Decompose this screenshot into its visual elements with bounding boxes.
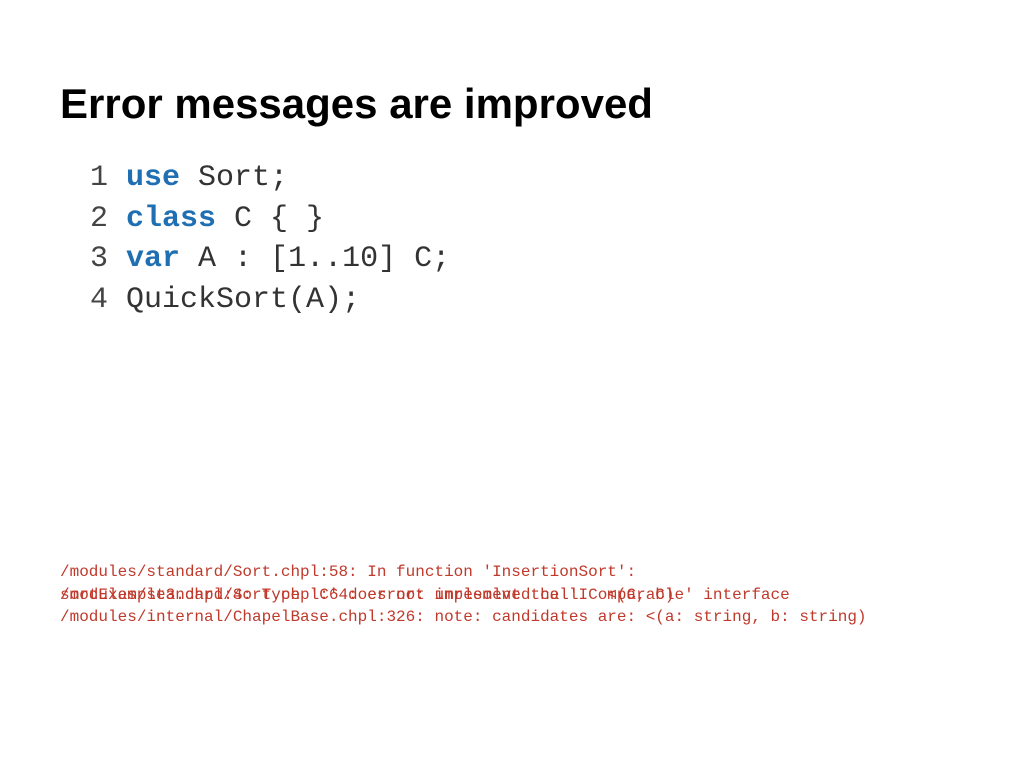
code-text: QuickSort(A); [126, 283, 360, 317]
slide: Error messages are improved 1 use Sort; … [0, 0, 1024, 768]
error-line-2b: sortExample3.chpl:4: Type 'C' does not i… [60, 584, 790, 606]
line-number: 4 [90, 283, 108, 317]
code-line-3: 3 var A : [1..10] C; [90, 239, 964, 280]
code-text: C { } [216, 202, 324, 236]
code-block: 1 use Sort; 2 class C { } 3 var A : [1..… [90, 158, 964, 320]
code-text: A : [1..10] C; [180, 242, 450, 276]
code-line-4: 4 QuickSort(A); [90, 280, 964, 321]
keyword: var [126, 242, 180, 276]
code-line-2: 2 class C { } [90, 199, 964, 240]
code-line-1: 1 use Sort; [90, 158, 964, 199]
error-line-2-overlap: /modules/standard/Sort.chpl:64: error: u… [60, 584, 960, 606]
line-number: 1 [90, 161, 108, 195]
code-text: Sort; [180, 161, 288, 195]
line-number: 3 [90, 242, 108, 276]
error-line-3: /modules/internal/ChapelBase.chpl:326: n… [60, 606, 960, 628]
page-title: Error messages are improved [60, 80, 964, 128]
error-line-1: /modules/standard/Sort.chpl:58: In funct… [60, 561, 960, 583]
error-output: /modules/standard/Sort.chpl:58: In funct… [60, 561, 960, 628]
keyword: class [126, 202, 216, 236]
keyword: use [126, 161, 180, 195]
line-number: 2 [90, 202, 108, 236]
